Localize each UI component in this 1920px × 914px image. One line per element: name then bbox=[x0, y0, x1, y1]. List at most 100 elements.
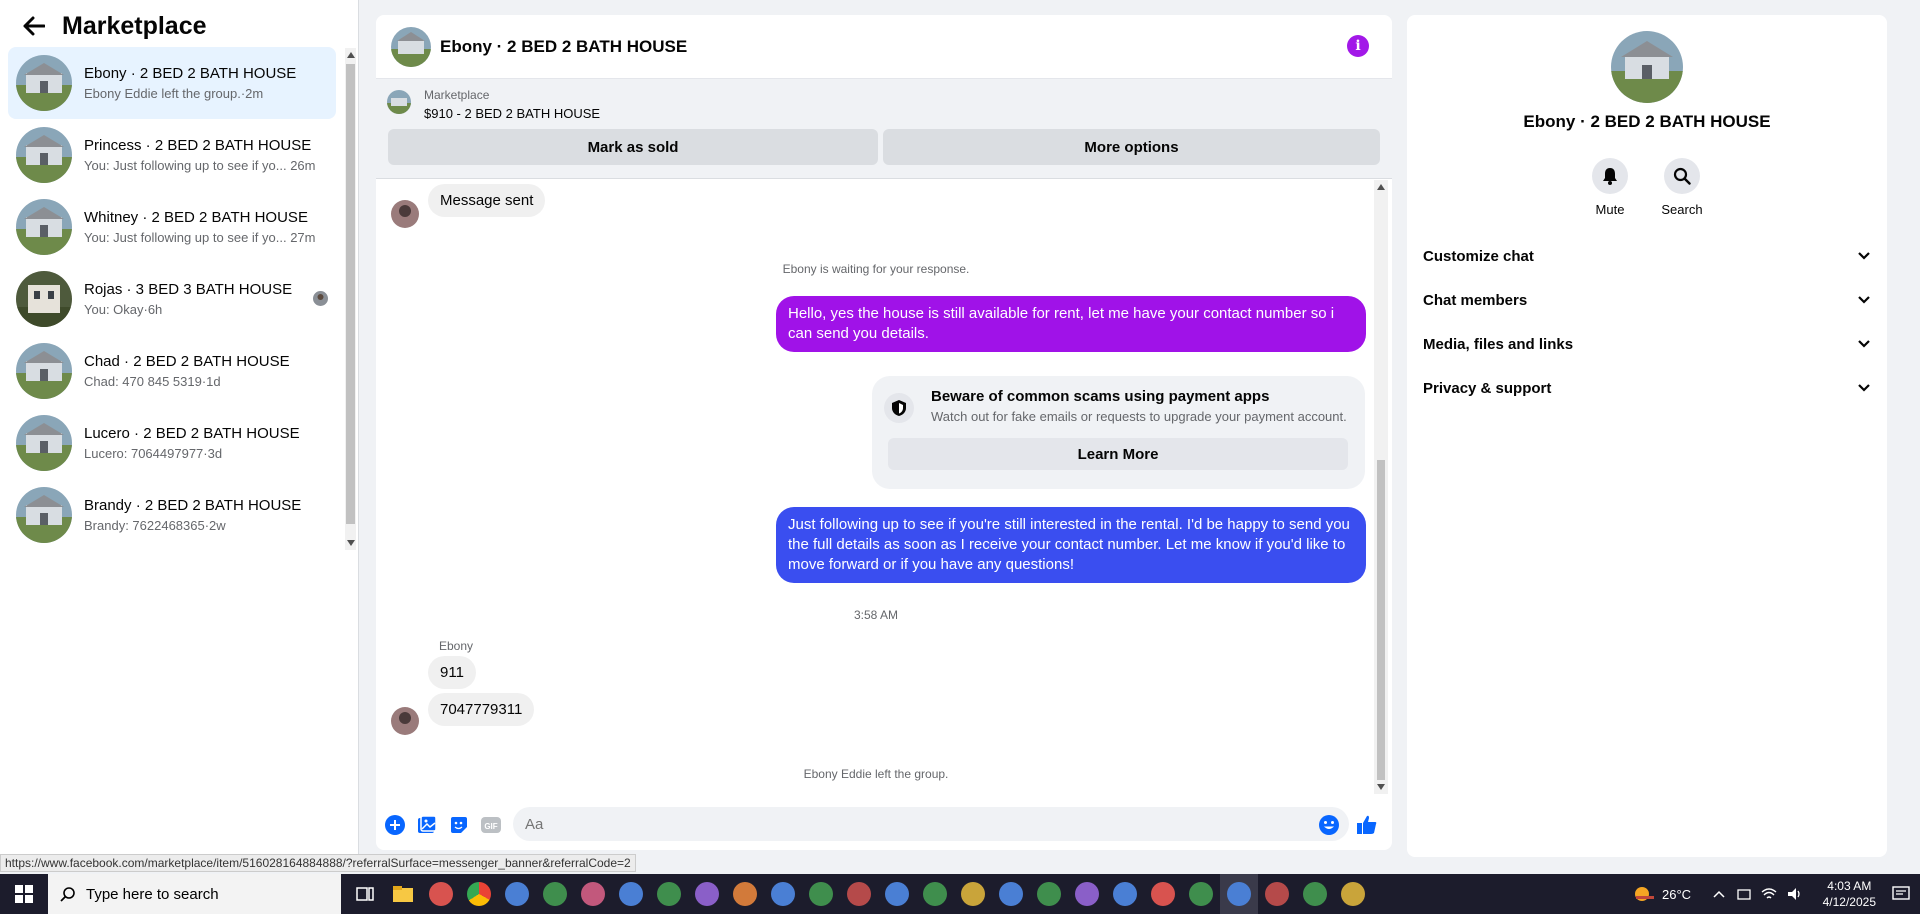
conversation-item[interactable]: Whitney · 2 BED 2 BATH HOUSE You: Just fo… bbox=[8, 191, 336, 263]
clock-time: 4:03 AM bbox=[1827, 879, 1872, 893]
chat-scrollbar[interactable] bbox=[1374, 180, 1388, 794]
bell-icon[interactable] bbox=[1592, 158, 1628, 194]
conversation-item[interactable]: Lucero · 2 BED 2 BATH HOUSE Lucero: 70644… bbox=[8, 407, 336, 479]
message-input[interactable] bbox=[513, 807, 1349, 841]
chrome-profile-icon[interactable] bbox=[612, 874, 650, 914]
meet-now-icon[interactable] bbox=[1737, 887, 1751, 901]
section-label: Privacy & support bbox=[1423, 379, 1552, 397]
task-view-icon[interactable] bbox=[346, 874, 384, 914]
plus-icon[interactable] bbox=[384, 814, 406, 836]
chrome-icon[interactable] bbox=[460, 874, 498, 914]
chrome-profile-icon[interactable] bbox=[916, 874, 954, 914]
windows-start-icon[interactable] bbox=[0, 874, 48, 914]
listing-house-avatar bbox=[16, 343, 72, 399]
mute-action[interactable]: Mute bbox=[1580, 158, 1640, 217]
taskbar-search[interactable]: Type here to search bbox=[48, 874, 341, 914]
conversation-name: Rojas · 3 BED 3 BATH HOUSE bbox=[84, 281, 293, 298]
thumbs-up-icon[interactable] bbox=[1356, 814, 1378, 836]
chrome-profile-icon[interactable] bbox=[536, 874, 574, 914]
chevron-down-icon bbox=[1858, 296, 1870, 304]
listing-house-avatar bbox=[16, 487, 72, 543]
conversation-item[interactable]: Brandy · 2 BED 2 BATH HOUSE Brandy: 76224… bbox=[8, 479, 336, 551]
message-bubble-outgoing: Just following up to see if you're still… bbox=[776, 507, 1366, 583]
search-action[interactable]: Search bbox=[1652, 158, 1712, 217]
scrollbar-thumb[interactable] bbox=[346, 64, 355, 524]
chrome-profile-icon[interactable] bbox=[726, 874, 764, 914]
chat-avatar[interactable] bbox=[391, 26, 431, 67]
system-message: Ebony Eddie left the group. bbox=[803, 767, 949, 781]
back-arrow-icon[interactable] bbox=[20, 12, 48, 40]
chrome-profile-icon[interactable] bbox=[1030, 874, 1068, 914]
temperature[interactable]: 26°C bbox=[1662, 887, 1691, 902]
listing-house-avatar bbox=[16, 415, 72, 471]
listing-banner: Marketplace $910 - 2 BED 2 BATH HOUSE Ma… bbox=[376, 79, 1392, 179]
network-icon[interactable] bbox=[1761, 887, 1777, 901]
chrome-profile-icon[interactable] bbox=[1182, 874, 1220, 914]
scam-warning-card: Beware of common scams using payment app… bbox=[872, 376, 1365, 489]
emoji-icon[interactable] bbox=[1318, 814, 1340, 836]
customize-chat-section[interactable]: Customize chat bbox=[1415, 234, 1879, 278]
weather-icon[interactable] bbox=[1632, 884, 1656, 904]
conversation-item[interactable]: Ebony · 2 BED 2 BATH HOUSE Ebony Eddie le… bbox=[8, 47, 336, 119]
chat-title[interactable]: Ebony · 2 BED 2 BATH HOUSE bbox=[440, 37, 687, 57]
sticker-icon[interactable] bbox=[448, 814, 470, 836]
media-files-links-section[interactable]: Media, files and links bbox=[1415, 322, 1879, 366]
section-label: Chat members bbox=[1423, 291, 1528, 309]
notification-icon[interactable] bbox=[1892, 886, 1910, 902]
chrome-profile-icon[interactable] bbox=[498, 874, 536, 914]
info-icon[interactable]: i bbox=[1347, 35, 1369, 57]
conversation-snippet: Brandy: 7622468365·2w bbox=[84, 518, 226, 533]
sidebar-scrollbar[interactable] bbox=[345, 48, 356, 550]
listing-house-avatar bbox=[16, 127, 72, 183]
app-icon[interactable] bbox=[422, 874, 460, 914]
chrome-profile-icon[interactable] bbox=[1068, 874, 1106, 914]
chrome-profile-icon[interactable] bbox=[992, 874, 1030, 914]
chrome-profile-icon[interactable] bbox=[1144, 874, 1182, 914]
chevron-up-icon[interactable] bbox=[1713, 890, 1725, 898]
chrome-profile-icon[interactable] bbox=[574, 874, 612, 914]
chrome-profile-icon[interactable] bbox=[954, 874, 992, 914]
scroll-up-arrow-icon[interactable] bbox=[347, 52, 355, 58]
learn-more-button[interactable]: Learn More bbox=[888, 438, 1348, 470]
conversation-name: Chad · 2 BED 2 BATH HOUSE bbox=[84, 353, 290, 370]
scrollbar-thumb[interactable] bbox=[1377, 460, 1385, 780]
chrome-profile-icon[interactable] bbox=[840, 874, 878, 914]
conversation-item[interactable]: Chad · 2 BED 2 BATH HOUSE Chad: 470 845 5… bbox=[8, 335, 336, 407]
file-explorer-icon[interactable] bbox=[384, 874, 422, 914]
conversation-snippet: Chad: 470 845 5319·1d bbox=[84, 374, 221, 389]
chrome-profile-icon[interactable] bbox=[1258, 874, 1296, 914]
gif-icon[interactable]: GIF bbox=[480, 814, 502, 836]
search-icon[interactable] bbox=[1664, 158, 1700, 194]
photo-icon[interactable] bbox=[416, 814, 438, 836]
chat-members-section[interactable]: Chat members bbox=[1415, 278, 1879, 322]
conversation-item[interactable]: Rojas · 3 BED 3 BATH HOUSE You: Okay·6h bbox=[8, 263, 336, 335]
message-bubble-incoming: 911 bbox=[428, 656, 476, 689]
chrome-profile-icon[interactable] bbox=[764, 874, 802, 914]
chrome-profile-icon[interactable] bbox=[1334, 874, 1372, 914]
volume-icon[interactable] bbox=[1787, 887, 1803, 901]
chrome-profile-icon[interactable] bbox=[650, 874, 688, 914]
mark-as-sold-button[interactable]: Mark as sold bbox=[388, 129, 878, 165]
conversation-name: Lucero · 2 BED 2 BATH HOUSE bbox=[84, 425, 300, 442]
chrome-profile-icon[interactable] bbox=[1296, 874, 1334, 914]
scroll-down-arrow-icon[interactable] bbox=[347, 540, 355, 546]
listing-thumbnail[interactable] bbox=[387, 90, 411, 114]
chrome-profile-icon[interactable] bbox=[878, 874, 916, 914]
chrome-profile-icon[interactable] bbox=[1220, 874, 1258, 914]
chevron-down-icon bbox=[1858, 252, 1870, 260]
warning-title: Beware of common scams using payment app… bbox=[931, 388, 1270, 405]
chrome-profile-icon[interactable] bbox=[802, 874, 840, 914]
message-thread: Message sent Ebony is waiting for your r… bbox=[376, 180, 1376, 800]
privacy-support-section[interactable]: Privacy & support bbox=[1415, 366, 1879, 410]
listing-label: Marketplace bbox=[424, 88, 490, 102]
scroll-down-arrow-icon[interactable] bbox=[1377, 784, 1385, 790]
clock[interactable]: 4:03 AM 4/12/2025 bbox=[1823, 878, 1876, 910]
listing-price[interactable]: $910 - 2 BED 2 BATH HOUSE bbox=[424, 106, 600, 121]
more-options-button[interactable]: More options bbox=[883, 129, 1380, 165]
shield-icon bbox=[884, 393, 914, 423]
message-composer: GIF bbox=[376, 802, 1392, 850]
scroll-up-arrow-icon[interactable] bbox=[1377, 184, 1385, 190]
chrome-profile-icon[interactable] bbox=[688, 874, 726, 914]
chrome-profile-icon[interactable] bbox=[1106, 874, 1144, 914]
conversation-item[interactable]: Princess · 2 BED 2 BATH HOUSE You: Just f… bbox=[8, 119, 336, 191]
